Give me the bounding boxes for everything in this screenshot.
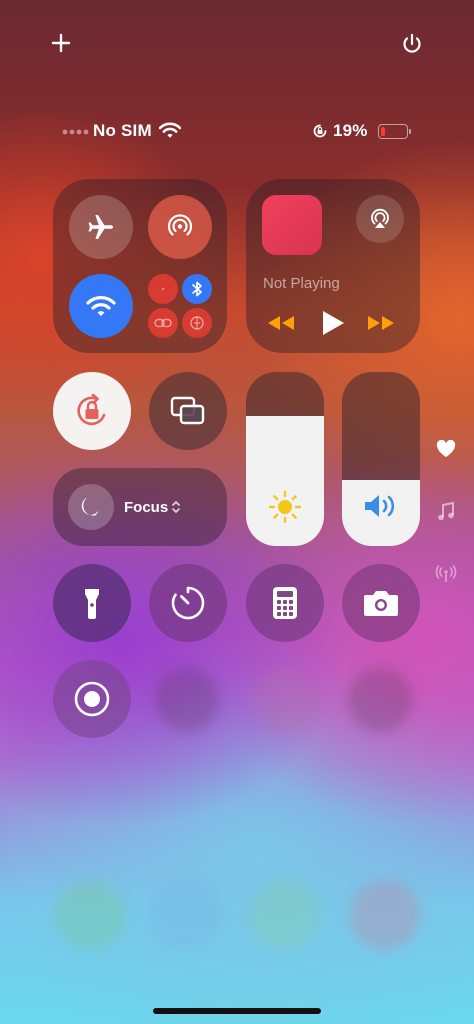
focus-label: Focus	[124, 499, 169, 516]
signal-icon	[62, 129, 90, 135]
play-icon	[323, 311, 344, 335]
power-icon[interactable]	[400, 32, 424, 56]
sun-icon	[267, 489, 303, 525]
battery-icon	[378, 124, 412, 139]
background-app-blur	[348, 668, 412, 732]
bluetooth-icon	[192, 281, 202, 297]
speaker-icon	[362, 491, 400, 521]
camera-button[interactable]	[342, 564, 420, 642]
antenna-icon	[161, 287, 165, 291]
volume-slider[interactable]	[342, 372, 420, 546]
music-note-icon[interactable]	[437, 502, 455, 522]
status-bar: No SIM 19%	[60, 118, 420, 144]
screen-recording-button[interactable]	[53, 660, 131, 738]
connectivity-page-icon[interactable]	[435, 565, 457, 583]
screen-mirroring-icon	[170, 396, 205, 425]
battery-percent: 19%	[333, 121, 368, 140]
orientation-lock-button[interactable]	[53, 372, 131, 450]
play-button[interactable]	[320, 309, 346, 337]
bluetooth-button[interactable]	[182, 274, 212, 304]
screen-mirroring-button[interactable]	[149, 372, 227, 450]
home-indicator[interactable]	[153, 1008, 321, 1014]
heart-icon[interactable]	[436, 440, 456, 458]
flashlight-button[interactable]	[53, 564, 131, 642]
moon-icon	[81, 497, 99, 516]
camera-icon	[364, 591, 398, 616]
focus-moon-badge	[68, 484, 114, 530]
fast-forward-icon	[368, 316, 394, 330]
calculator-button[interactable]	[246, 564, 324, 642]
add-control-icon[interactable]	[50, 32, 72, 54]
airplay-button[interactable]	[356, 195, 404, 243]
brightness-slider[interactable]	[246, 372, 324, 546]
airdrop-button[interactable]	[148, 195, 212, 259]
fast-forward-button[interactable]	[366, 313, 396, 333]
background-app-blur	[252, 668, 316, 732]
vpn-button[interactable]	[182, 308, 212, 338]
background-dock-blur	[150, 880, 220, 950]
chevron-up-down-icon	[171, 500, 181, 514]
calculator-icon	[273, 587, 297, 619]
wifi-status-icon	[159, 122, 181, 139]
focus-button[interactable]: Focus	[53, 468, 227, 546]
wifi-icon	[86, 296, 116, 316]
rotation-lock-icon	[77, 393, 106, 426]
timer-button[interactable]	[149, 564, 227, 642]
personal-hotspot-button[interactable]	[148, 308, 178, 338]
now-playing-module[interactable]: Not Playing	[246, 179, 420, 353]
cellular-data-button[interactable]	[148, 274, 178, 304]
album-artwork	[262, 195, 322, 255]
airplay-audio-icon	[371, 208, 389, 228]
flashlight-icon	[85, 589, 99, 619]
airdrop-icon	[167, 214, 193, 236]
timer-icon	[171, 586, 205, 620]
rewind-button[interactable]	[266, 313, 296, 333]
airplane-icon	[88, 215, 113, 239]
brightness-level-fill	[246, 415, 324, 546]
background-dock-blur	[55, 880, 125, 950]
background-dock-blur	[250, 880, 320, 950]
battery-level-fill	[380, 126, 385, 136]
airplane-mode-button[interactable]	[69, 195, 133, 259]
background-dock-blur	[350, 880, 420, 950]
background-app-blur	[155, 668, 219, 732]
carrier-label: No SIM	[93, 121, 152, 140]
now-playing-label: Not Playing	[263, 275, 340, 292]
globe-icon	[190, 316, 204, 330]
rewind-icon	[268, 316, 294, 330]
link-icon	[154, 318, 172, 328]
connectivity-module	[53, 179, 227, 353]
wifi-button[interactable]	[69, 274, 133, 338]
orientation-lock-status-icon	[312, 123, 328, 139]
record-icon	[74, 681, 110, 717]
